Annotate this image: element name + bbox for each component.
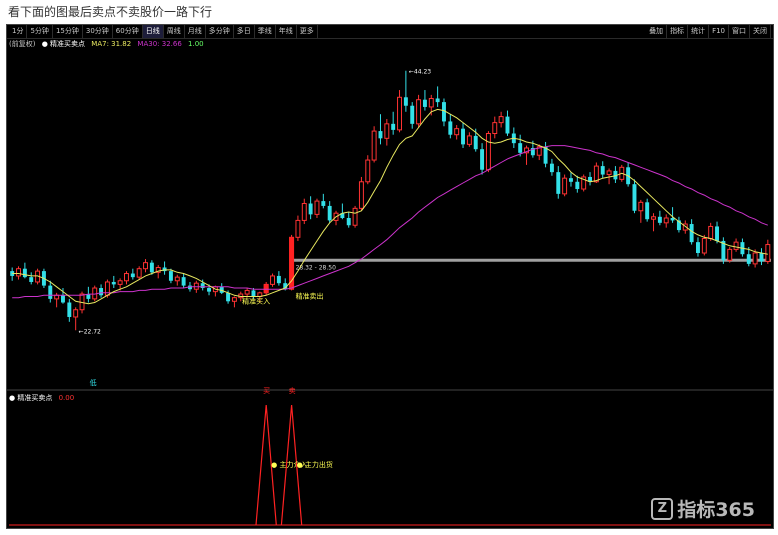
candle-body [746, 254, 751, 264]
candle-body [327, 205, 332, 221]
candle-body [498, 116, 504, 124]
candle-body [492, 122, 498, 134]
signal-candle [263, 284, 269, 293]
candle-body [73, 309, 79, 318]
candle-body [251, 290, 256, 297]
support-zone-band [291, 258, 771, 262]
candle-body [473, 135, 478, 150]
candle-body [518, 143, 523, 153]
candle-body [22, 268, 27, 278]
candle-body [410, 105, 415, 124]
candle-body [651, 216, 656, 220]
candle-body [124, 273, 129, 282]
candle-body [606, 170, 612, 176]
low-marker: 低 [90, 378, 97, 387]
candle-body [358, 181, 364, 209]
candle-body [696, 242, 700, 254]
candle-body [752, 252, 758, 265]
candle-body [556, 172, 561, 194]
candle-body [391, 123, 396, 130]
candle-body [231, 297, 237, 302]
candle-body [600, 166, 605, 175]
candle-body [454, 128, 460, 136]
candle-body [48, 285, 53, 299]
candle-body [701, 238, 707, 254]
candle-body [276, 275, 281, 284]
candle-body [143, 262, 148, 270]
zhibiao-logo-icon: Z [651, 497, 674, 520]
candle-body [136, 268, 142, 278]
candle-body [371, 130, 377, 161]
candle-body [301, 203, 307, 221]
candle-body [575, 181, 580, 190]
candle-body [193, 282, 199, 290]
candle-body [226, 292, 231, 302]
candle-body [569, 178, 573, 182]
candle-body [461, 128, 465, 145]
candle-body [99, 288, 104, 296]
candle-body [485, 133, 491, 171]
candle-body [16, 268, 21, 277]
candle-body [346, 218, 351, 226]
candle-body [207, 288, 211, 292]
candle-body [67, 302, 72, 317]
candle-body [708, 225, 714, 240]
candle-body [384, 123, 390, 139]
low-label: ←22.72 [79, 328, 101, 335]
candle-body [638, 201, 644, 212]
candle-body [466, 135, 472, 145]
candle-body [181, 277, 186, 286]
candle-body [54, 294, 60, 300]
candle-body [657, 216, 662, 223]
candle-body [593, 165, 599, 183]
candle-body [645, 202, 650, 220]
candle-body [480, 149, 485, 170]
candle-body [663, 217, 669, 224]
candle-body [435, 98, 440, 103]
candle-body [428, 97, 434, 108]
candle-body [549, 163, 554, 173]
buy-mark: 买 [263, 387, 270, 395]
candle-body [397, 96, 402, 131]
sell-mark: 卖 [289, 387, 296, 395]
candle-body [270, 275, 275, 285]
candle-body [715, 226, 719, 241]
candle-body [168, 271, 173, 281]
candle-body [61, 295, 65, 303]
candle-body [416, 99, 422, 125]
chart-svg: 28.32 - 28.50←44.23←22.72精准买入精准卖出低买 卖● 主力… [7, 69, 773, 526]
buy-label: 精准买入 [242, 296, 270, 305]
candle-body [308, 203, 313, 215]
chart-frame: 1分 5分钟 15分钟 30分钟 60分钟 日线 周线 月线 多分钟 多日 季线 年线 更多 叠加 指标统… [6, 24, 774, 529]
candle-body [422, 99, 427, 107]
candle-body [759, 253, 764, 262]
candle-body [727, 248, 733, 261]
candle-body [365, 159, 371, 183]
candle-body [149, 262, 154, 273]
sell-label: 精准卖出 [296, 291, 324, 300]
candle-body [130, 273, 135, 278]
candle-body [562, 177, 568, 195]
candle-body [321, 201, 326, 206]
candle-body [403, 97, 408, 106]
candle-body [117, 280, 123, 285]
candle-body [244, 289, 250, 295]
candle-body [295, 219, 301, 238]
candle-body [689, 224, 694, 243]
candle-body [174, 276, 180, 282]
page-heading: 看下面的图最后卖点不卖股价一路下行 [8, 5, 213, 19]
watermark: Z 指标365 [651, 495, 755, 522]
candle-body [111, 281, 116, 285]
candle-body [733, 241, 739, 250]
candle-body [378, 131, 383, 139]
candle-body [29, 277, 34, 282]
candle-body [765, 244, 771, 262]
candle-body [505, 116, 510, 134]
candle-body [448, 121, 453, 135]
sub-label-exit: ● 主力出货 [297, 460, 333, 469]
high-label: ←44.23 [409, 69, 431, 76]
candle-body [632, 184, 637, 211]
candle-body [352, 207, 358, 226]
candle-body [314, 200, 320, 215]
